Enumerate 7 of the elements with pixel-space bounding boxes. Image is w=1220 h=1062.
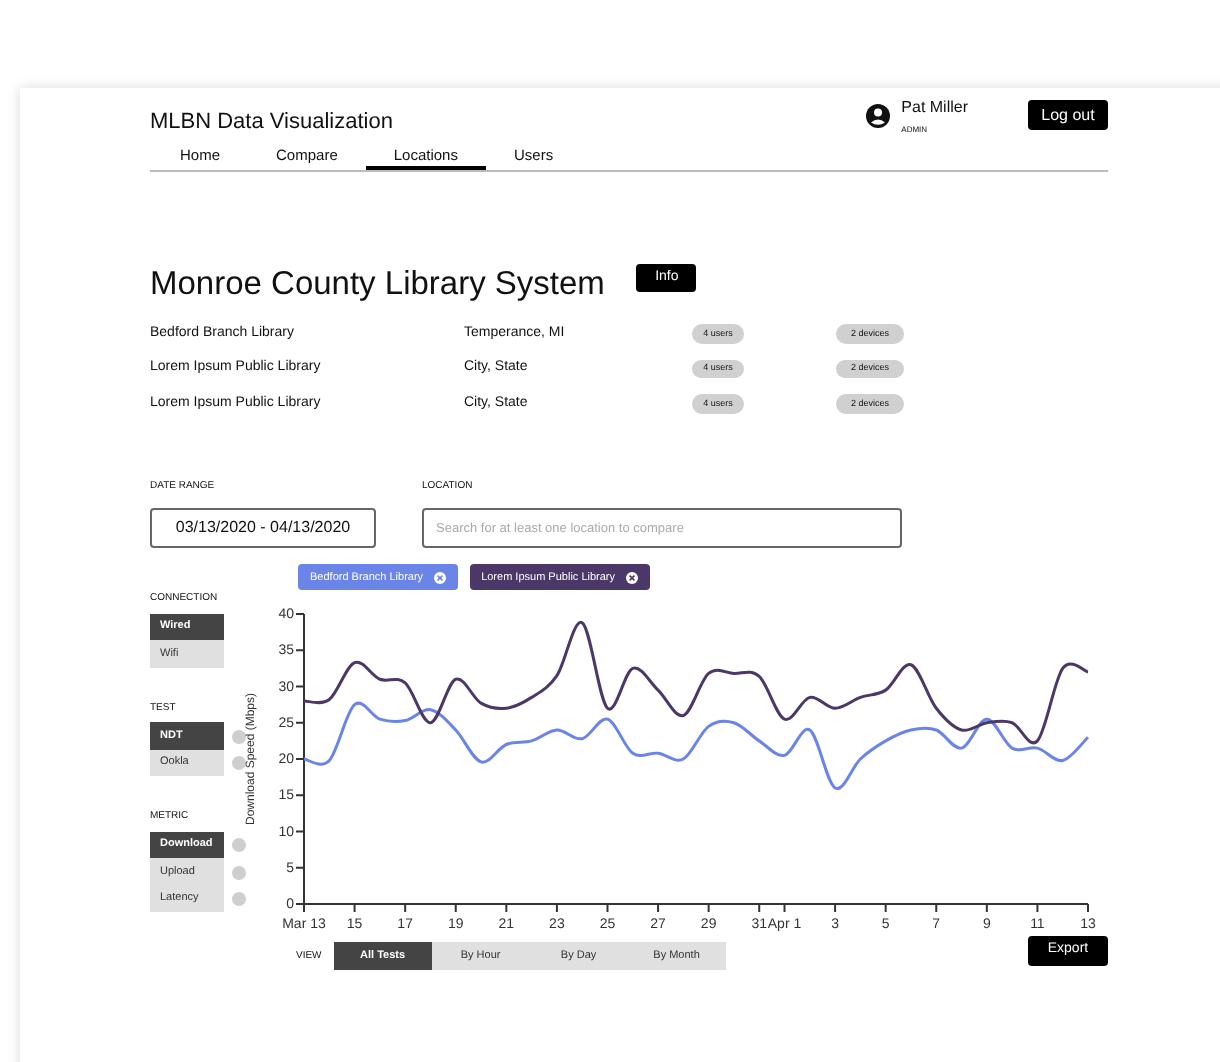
date-range-field[interactable]: 03/13/2020 - 04/13/2020 [150, 508, 376, 549]
app-title: MLBN Data Visualization [150, 108, 393, 138]
page-heading: Monroe County Library System [150, 263, 605, 305]
remove-icon[interactable] [625, 571, 638, 584]
user-icon [865, 104, 890, 128]
logout-button[interactable]: Log out [1028, 100, 1108, 130]
user-name: Pat Miller [901, 96, 968, 120]
